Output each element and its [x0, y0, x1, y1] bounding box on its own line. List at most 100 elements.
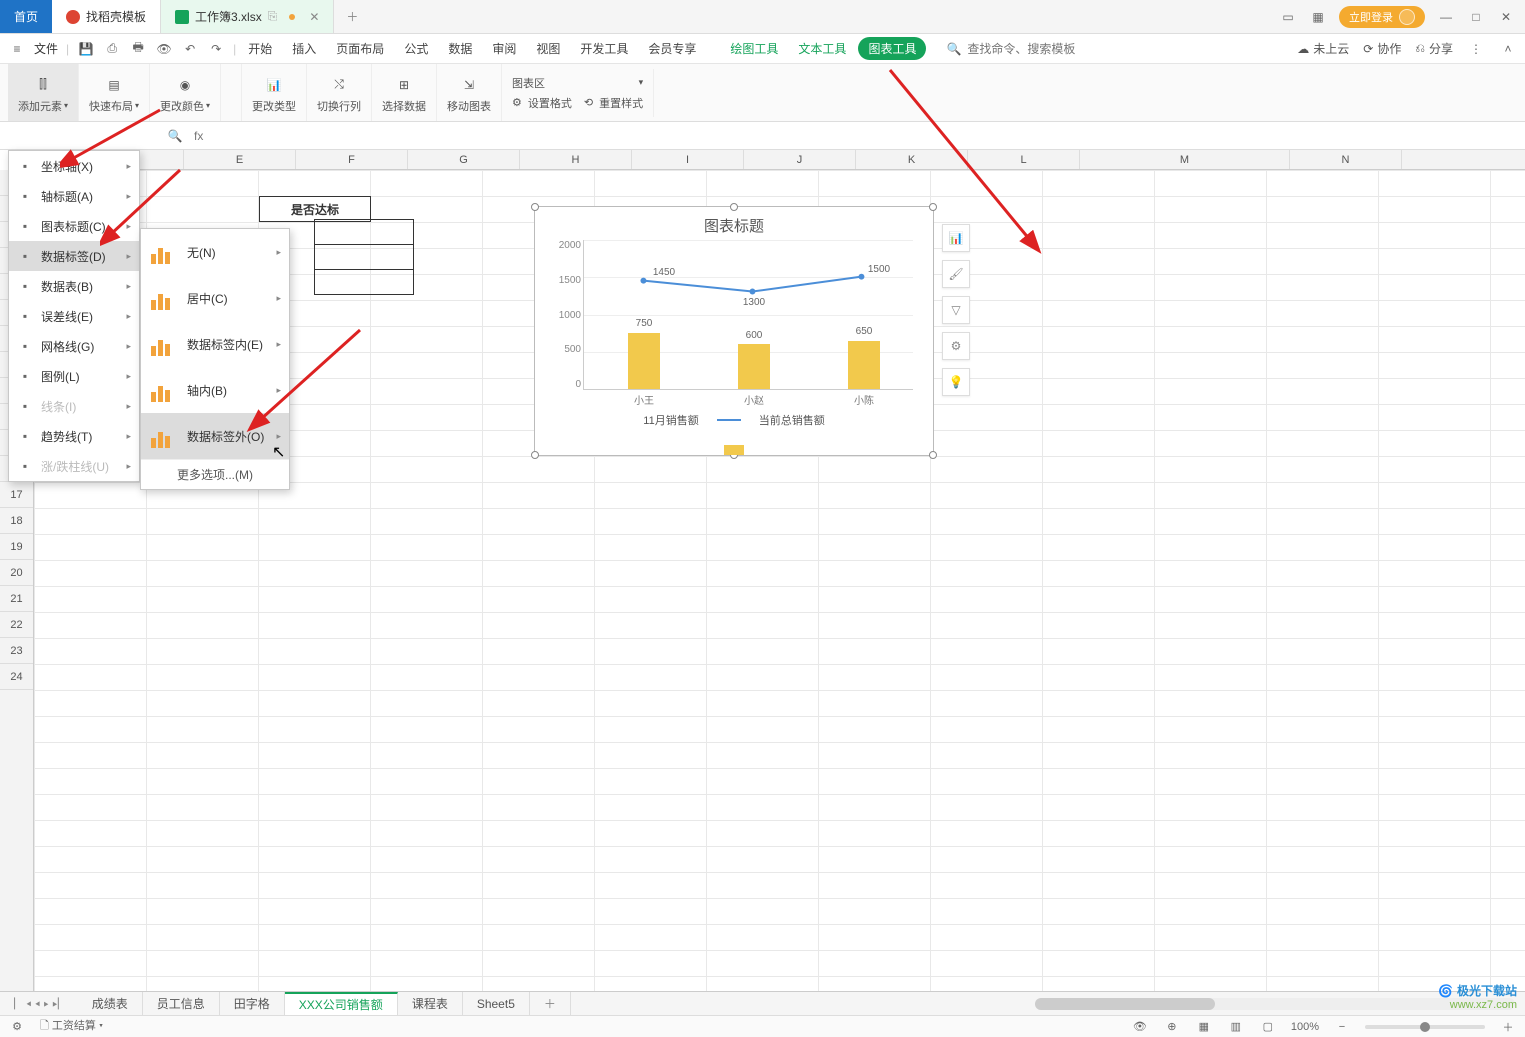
- view-page-icon[interactable]: ▢: [1259, 1018, 1277, 1036]
- row-header[interactable]: 19: [0, 534, 33, 560]
- coop-button[interactable]: ⟳协作: [1363, 40, 1401, 57]
- sheet-tab[interactable]: 成绩表: [78, 992, 143, 1015]
- file-menu[interactable]: 文件: [34, 40, 58, 57]
- ribbon-move-chart[interactable]: ⇲ 移动图表: [437, 64, 502, 121]
- login-button[interactable]: 立即登录: [1339, 6, 1425, 28]
- panel-icon[interactable]: ▭: [1279, 8, 1297, 26]
- sheet-tab[interactable]: 田字格: [220, 992, 285, 1015]
- chart-object[interactable]: 图表标题 2000 1500 1000 500 0 750: [534, 206, 934, 456]
- menubar-search[interactable]: 🔍: [946, 42, 1126, 56]
- submenu-item[interactable]: 无(N)▸: [141, 229, 289, 275]
- set-format-button[interactable]: ⚙设置格式: [512, 95, 572, 111]
- menu-item[interactable]: ▪误差线(E)▸: [9, 301, 139, 331]
- menu-pagelayout[interactable]: 页面布局: [328, 36, 392, 61]
- chart-filter-icon[interactable]: ▽: [942, 296, 970, 324]
- sheet-tab[interactable]: 员工信息: [143, 992, 220, 1015]
- close-icon[interactable]: ✕: [309, 10, 319, 24]
- ribbon-select-data[interactable]: ⊞ 选择数据: [372, 64, 437, 121]
- sheet-tab[interactable]: Sheet5: [463, 992, 530, 1015]
- cloud-button[interactable]: ☁未上云: [1297, 40, 1349, 57]
- view-normal-icon[interactable]: ▦: [1195, 1018, 1213, 1036]
- menu-item[interactable]: ▪轴标题(A)▸: [9, 181, 139, 211]
- col-K[interactable]: K: [856, 150, 968, 169]
- row-header[interactable]: 17: [0, 482, 33, 508]
- menu-start[interactable]: 开始: [240, 36, 280, 61]
- tab-file[interactable]: 工作簿3.xlsx ⎘ ✕: [161, 0, 334, 33]
- col-N[interactable]: N: [1290, 150, 1402, 169]
- chart-title[interactable]: 图表标题: [535, 207, 933, 240]
- save-icon[interactable]: 💾: [77, 40, 95, 58]
- sheet-add[interactable]: ＋: [530, 992, 571, 1015]
- undo-icon[interactable]: ↶: [181, 40, 199, 58]
- menu-item[interactable]: ▪图表标题(C)▸: [9, 211, 139, 241]
- submenu-item[interactable]: 居中(C)▸: [141, 275, 289, 321]
- ribbon-change-type[interactable]: 📊 更改类型: [242, 64, 307, 121]
- row-header[interactable]: 23: [0, 638, 33, 664]
- row-header[interactable]: 21: [0, 586, 33, 612]
- zoom-label[interactable]: 100%: [1291, 1021, 1319, 1033]
- col-I[interactable]: I: [632, 150, 744, 169]
- menu-charttools[interactable]: 图表工具: [858, 37, 926, 60]
- share-button[interactable]: ⎌分享: [1415, 40, 1453, 57]
- status-settings-icon[interactable]: ⚙: [8, 1018, 26, 1036]
- redo-icon[interactable]: ↷: [207, 40, 225, 58]
- preview-icon[interactable]: 👁: [155, 40, 173, 58]
- menu-item[interactable]: ▪坐标轴(X)▸: [9, 151, 139, 181]
- zoom-lens-icon[interactable]: 🔍: [166, 127, 184, 145]
- eye-icon[interactable]: 👁: [1131, 1018, 1149, 1036]
- search-input[interactable]: [967, 42, 1107, 56]
- row-header[interactable]: 20: [0, 560, 33, 586]
- row-header[interactable]: 22: [0, 612, 33, 638]
- chart-settings-icon[interactable]: ⚙: [942, 332, 970, 360]
- menu-insert[interactable]: 插入: [284, 36, 324, 61]
- zoom-slider[interactable]: [1365, 1025, 1485, 1029]
- chart-legend[interactable]: 11月销售额 当前总销售额: [535, 412, 933, 428]
- chart-area-select[interactable]: 图表区▾: [512, 75, 643, 91]
- menu-data[interactable]: 数据: [440, 36, 480, 61]
- saveas-icon[interactable]: ⎙: [103, 40, 121, 58]
- menu-drawtools[interactable]: 绘图工具: [722, 36, 786, 61]
- col-E[interactable]: E: [184, 150, 296, 169]
- chart-plotarea[interactable]: 2000 1500 1000 500 0 750 600 650: [583, 240, 913, 390]
- menu-item[interactable]: ▪数据表(B)▸: [9, 271, 139, 301]
- menu-view[interactable]: 视图: [528, 36, 568, 61]
- more-icon[interactable]: ⋮: [1467, 40, 1485, 58]
- zoom-out-icon[interactable]: −: [1333, 1018, 1351, 1036]
- window-close-icon[interactable]: ✕: [1497, 8, 1515, 26]
- ribbon-add-element[interactable]: ⫿⫿ 添加元素▾: [8, 64, 79, 121]
- row-header[interactable]: 18: [0, 508, 33, 534]
- grid-apps-icon[interactable]: ▦: [1309, 8, 1327, 26]
- reset-style-button[interactable]: ⟲重置样式: [584, 95, 643, 111]
- col-G[interactable]: G: [408, 150, 520, 169]
- menu-member[interactable]: 会员专享: [640, 36, 704, 61]
- chart-brush-icon[interactable]: 🖌: [942, 260, 970, 288]
- menu-devtools[interactable]: 开发工具: [572, 36, 636, 61]
- menu-item[interactable]: ▪趋势线(T)▸: [9, 421, 139, 451]
- focus-icon[interactable]: ⊕: [1163, 1018, 1181, 1036]
- menu-review[interactable]: 审阅: [484, 36, 524, 61]
- sheet-tab[interactable]: 课程表: [398, 992, 463, 1015]
- menu-icon[interactable]: ≡: [8, 40, 26, 58]
- submenu-more[interactable]: 更多选项...(M): [141, 459, 289, 489]
- minimize-icon[interactable]: —: [1437, 8, 1455, 26]
- row-header[interactable]: 24: [0, 664, 33, 690]
- name-box[interactable]: [6, 126, 156, 146]
- chart-elements-icon[interactable]: 📊: [942, 224, 970, 252]
- menu-item[interactable]: ▪图例(L)▸: [9, 361, 139, 391]
- submenu-item[interactable]: 数据标签外(O)▸: [141, 413, 289, 459]
- sheet-tab-active[interactable]: XXX公司销售额: [285, 992, 398, 1015]
- tab-home[interactable]: 首页: [0, 0, 52, 33]
- maximize-icon[interactable]: □: [1467, 8, 1485, 26]
- tab-template[interactable]: 找稻壳模板: [52, 0, 161, 33]
- ribbon-switch-rowcol[interactable]: ⤭ 切换行列: [307, 64, 372, 121]
- collapse-ribbon-icon[interactable]: ˄: [1499, 40, 1517, 58]
- ribbon-change-color[interactable]: ◉ 更改颜色▾: [150, 64, 221, 121]
- print-icon[interactable]: 🖶: [129, 40, 147, 58]
- col-J[interactable]: J: [744, 150, 856, 169]
- submenu-item[interactable]: 轴内(B)▸: [141, 367, 289, 413]
- sheet-nav[interactable]: ⎸◂ ◂ ▸ ▸⎸: [6, 996, 78, 1011]
- submenu-item[interactable]: 数据标签内(E)▸: [141, 321, 289, 367]
- col-L[interactable]: L: [968, 150, 1080, 169]
- chart-tip-icon[interactable]: 💡: [942, 368, 970, 396]
- col-H[interactable]: H: [520, 150, 632, 169]
